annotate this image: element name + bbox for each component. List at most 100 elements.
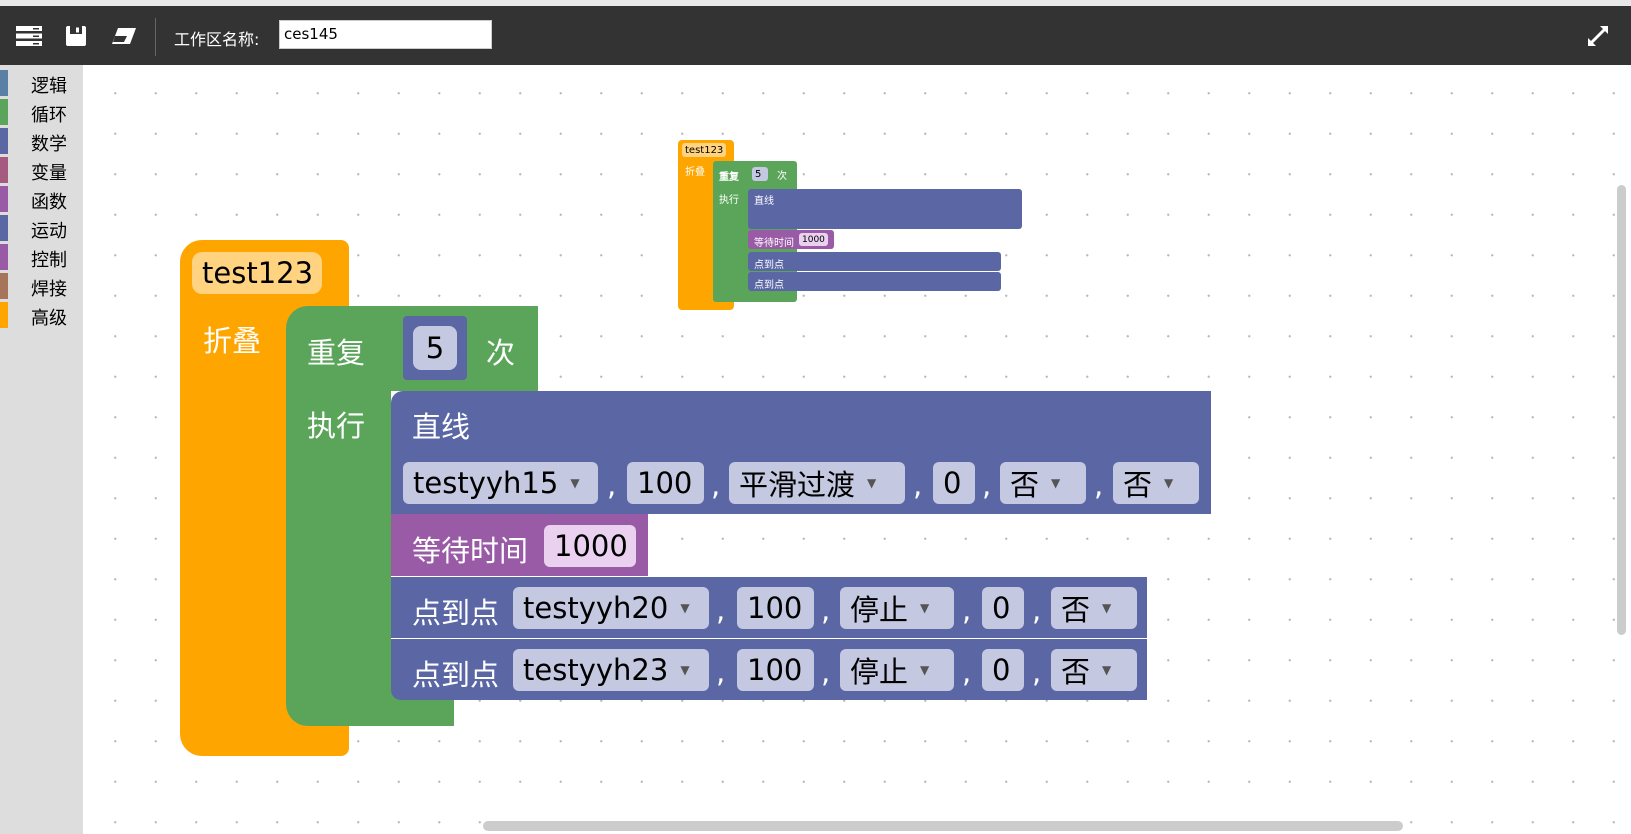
mini-line-block[interactable] — [748, 189, 1022, 229]
ptp2-point-dropdown[interactable]: testyyh23 ▼ — [513, 649, 709, 691]
category-logic[interactable]: 逻辑 — [0, 68, 83, 98]
ptp1-point-dropdown[interactable]: testyyh20 ▼ — [513, 587, 709, 629]
line-point-value: testyyh15 — [413, 466, 559, 500]
ptp2-mode-dropdown[interactable]: 停止 ▼ — [840, 649, 954, 691]
eraser-icon[interactable] — [108, 20, 140, 52]
horizontal-scrollbar[interactable] — [483, 821, 1403, 831]
ptp-label: 点到点 — [412, 658, 500, 692]
comma-separator: , — [821, 655, 831, 689]
repeat-label: 重复 — [307, 336, 366, 370]
line-opt1-dropdown[interactable]: 否 ▼ — [1000, 462, 1086, 504]
ptp1-speed-field[interactable]: 100 — [737, 587, 814, 629]
workspace-name-label: 工作区名称: — [174, 30, 260, 49]
ptp1-opt-dropdown[interactable]: 否 ▼ — [1051, 587, 1137, 629]
comma-separator: , — [913, 468, 923, 502]
line-mode-dropdown[interactable]: 平滑过渡 ▼ — [729, 462, 905, 504]
category-label: 变量 — [31, 163, 67, 184]
category-color-bar — [0, 302, 8, 328]
mini-ptp-label-1: 点到点 — [754, 260, 784, 271]
line-speed-field[interactable]: 100 — [627, 462, 704, 504]
category-loops[interactable]: 循环 — [0, 97, 83, 127]
dropdown-arrow-icon: ▼ — [920, 663, 930, 677]
category-functions[interactable]: 函数 — [0, 184, 83, 214]
category-label: 焊接 — [31, 279, 67, 300]
ptp2-zone-field[interactable]: 0 — [982, 649, 1024, 691]
category-color-bar — [0, 273, 8, 299]
category-label: 逻辑 — [31, 76, 67, 97]
fullscreen-icon[interactable] — [1582, 20, 1614, 52]
fold-label: 折叠 — [203, 324, 262, 358]
ptp1-mode-value: 停止 — [850, 593, 909, 627]
category-label: 高级 — [31, 308, 67, 329]
ptp2-opt-dropdown[interactable]: 否 ▼ — [1051, 649, 1137, 691]
mini-ptp-label-2: 点到点 — [754, 280, 784, 291]
mini-ptp-block-2[interactable] — [748, 272, 1001, 291]
toolbar-divider — [155, 18, 156, 56]
mini-repeat-count: 5 — [752, 167, 768, 181]
category-motion[interactable]: 运动 — [0, 213, 83, 243]
line-mode-value: 平滑过渡 — [739, 468, 856, 502]
dropdown-arrow-icon: ▼ — [920, 601, 930, 615]
repeat-count-field[interactable]: 5 — [413, 326, 457, 370]
comma-separator: , — [716, 593, 726, 627]
ptp1-zone-field[interactable]: 0 — [982, 587, 1024, 629]
ptp2-opt-value: 否 — [1061, 655, 1091, 689]
ptp2-speed-field[interactable]: 100 — [737, 649, 814, 691]
comma-separator: , — [962, 655, 972, 689]
category-math[interactable]: 数学 — [0, 126, 83, 156]
category-welding[interactable]: 焊接 — [0, 271, 83, 301]
line-point-dropdown[interactable]: testyyh15 ▼ — [403, 462, 598, 504]
mini-do-label: 执行 — [719, 195, 739, 206]
category-color-bar — [0, 215, 8, 241]
repeat-unit-label: 次 — [486, 336, 516, 370]
category-label: 函数 — [31, 192, 67, 213]
category-control[interactable]: 控制 — [0, 242, 83, 272]
comma-separator: , — [1094, 468, 1104, 502]
mini-ptp-block-1[interactable] — [748, 252, 1001, 271]
category-color-bar — [0, 70, 8, 96]
comma-separator: , — [1032, 655, 1042, 689]
mini-function-name: test123 — [682, 143, 727, 157]
line-opt2-value: 否 — [1123, 468, 1153, 502]
workspace-name-input[interactable]: ces145 — [279, 20, 492, 49]
comma-separator: , — [711, 468, 721, 502]
dropdown-arrow-icon: ▼ — [1164, 476, 1174, 490]
wait-label: 等待时间 — [412, 534, 529, 568]
category-label: 数学 — [31, 134, 67, 155]
function-name-field[interactable]: test123 — [192, 252, 322, 294]
dropdown-arrow-icon: ▼ — [1102, 663, 1112, 677]
category-label: 控制 — [31, 250, 67, 271]
dropdown-arrow-icon: ▼ — [680, 663, 690, 677]
menu-icon[interactable] — [13, 20, 45, 52]
line-title: 直线 — [412, 410, 471, 444]
ptp1-point-value: testyyh20 — [523, 591, 669, 625]
category-color-bar — [0, 157, 8, 183]
line-opt2-dropdown[interactable]: 否 ▼ — [1113, 462, 1199, 504]
comma-separator: , — [982, 468, 992, 502]
comma-separator: , — [821, 593, 831, 627]
category-label: 循环 — [31, 105, 67, 126]
category-color-bar — [0, 244, 8, 270]
comma-separator: , — [607, 468, 617, 502]
mini-wait-value: 1000 — [799, 233, 828, 246]
dropdown-arrow-icon: ▼ — [1102, 601, 1112, 615]
comma-separator: , — [962, 593, 972, 627]
dropdown-arrow-icon: ▼ — [680, 601, 690, 615]
mini-line-title: 直线 — [754, 196, 774, 207]
ptp-label: 点到点 — [412, 596, 500, 630]
wait-value-field[interactable]: 1000 — [544, 525, 636, 567]
dropdown-arrow-icon: ▼ — [570, 476, 580, 490]
category-sidebar: 逻辑 循环 数学 变量 函数 运动 控制 焊接 高级 — [0, 65, 83, 834]
category-color-bar — [0, 186, 8, 212]
save-icon[interactable] — [60, 20, 92, 52]
ptp1-mode-dropdown[interactable]: 停止 ▼ — [840, 587, 954, 629]
category-advanced[interactable]: 高级 — [0, 300, 83, 330]
line-zone-field[interactable]: 0 — [933, 462, 975, 504]
category-variables[interactable]: 变量 — [0, 155, 83, 185]
category-label: 运动 — [31, 221, 67, 242]
line-opt1-value: 否 — [1010, 468, 1040, 502]
ptp2-point-value: testyyh23 — [523, 653, 669, 687]
ptp1-opt-value: 否 — [1061, 593, 1091, 627]
toolbar: 工作区名称: ces145 — [0, 0, 1631, 65]
vertical-scrollbar[interactable] — [1617, 185, 1626, 635]
